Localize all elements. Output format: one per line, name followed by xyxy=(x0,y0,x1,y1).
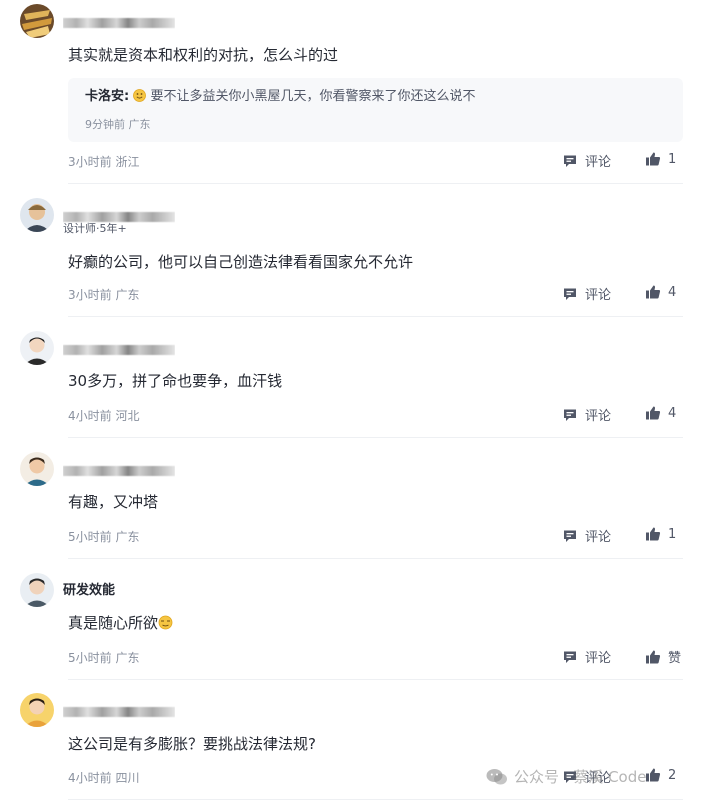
comment-meta: 4小时前 四川 xyxy=(68,771,140,785)
comment-label: 评论 xyxy=(585,651,612,666)
comment-text: 30多万，拼了命也要争，血汗钱 xyxy=(68,372,283,390)
like-button[interactable]: 4 xyxy=(645,405,676,421)
reply-text: 要不让多益关你小黑屋几天，你看警察来了你还这么说不 xyxy=(150,89,476,104)
comment-icon xyxy=(564,288,576,300)
like-button[interactable]: 4 xyxy=(645,284,676,300)
thumbs-up-icon xyxy=(646,650,661,664)
comment-icon xyxy=(564,155,576,167)
avatar[interactable] xyxy=(20,4,54,38)
comment-meta: 5小时前 广东 xyxy=(68,530,140,544)
divider xyxy=(68,183,683,184)
avatar[interactable] xyxy=(20,331,54,365)
comment-icon xyxy=(564,651,576,663)
divider xyxy=(68,799,683,800)
thumbs-up-icon xyxy=(646,527,661,541)
comment-text: 好癫的公司，他可以自己创造法律看看国家允不允许 xyxy=(68,253,414,271)
comment-button[interactable]: 评论 xyxy=(562,526,611,545)
wechat-icon xyxy=(486,768,507,784)
blurred-username xyxy=(63,18,175,28)
watermark: 公众号 · 蔡溪 Code xyxy=(486,766,646,787)
avatar[interactable] xyxy=(20,573,54,607)
reply-box: 卡洛安: 要不让多益关你小黑屋几天，你看警察来了你还这么说不 9分钟前 广东 xyxy=(68,78,683,142)
divider xyxy=(68,679,683,680)
comment-icon xyxy=(564,530,576,542)
like-button[interactable]: 赞 xyxy=(645,647,681,666)
comment-icon xyxy=(564,409,576,421)
user-title: 设计师·5年+ xyxy=(63,222,127,235)
comment-text: 这公司是有多膨胀？要挑战法律法规? xyxy=(68,735,316,753)
comment-label: 评论 xyxy=(585,155,612,170)
divider xyxy=(68,558,683,559)
watermark-text: 公众号 · 蔡溪 Code xyxy=(514,768,647,786)
divider xyxy=(68,437,683,438)
comment-meta: 5小时前 广东 xyxy=(68,651,140,665)
like-button[interactable]: 1 xyxy=(645,526,676,542)
comment-button[interactable]: 评论 xyxy=(562,647,611,666)
comment-text: 有趣，又冲塔 xyxy=(68,493,159,511)
thumbs-up-icon xyxy=(646,406,661,420)
reply-meta: 9分钟前 广东 xyxy=(85,118,151,131)
comment-button[interactable]: 评论 xyxy=(562,151,611,170)
smile-emoji-icon xyxy=(133,89,147,108)
blurred-username xyxy=(63,466,175,476)
blurred-username xyxy=(63,707,175,717)
thumbs-up-icon xyxy=(646,768,661,782)
comment-meta: 3小时前 广东 xyxy=(68,288,140,302)
username[interactable]: 研发效能 xyxy=(63,581,175,601)
comment-meta: 3小时前 浙江 xyxy=(68,155,140,169)
like-count: 4 xyxy=(668,405,677,421)
thumbs-up-icon xyxy=(646,285,661,299)
comment-button[interactable]: 评论 xyxy=(562,284,611,303)
username[interactable] xyxy=(63,458,175,478)
username[interactable] xyxy=(63,699,175,719)
like-button[interactable]: 2 xyxy=(645,767,676,783)
avatar[interactable] xyxy=(20,452,54,486)
avatar[interactable] xyxy=(20,693,54,727)
reply-author[interactable]: 卡洛安: xyxy=(85,89,129,104)
thumbs-up-icon xyxy=(646,152,661,166)
emoji-icon xyxy=(158,614,173,636)
comment-text: 真是随心所欲 xyxy=(68,612,173,636)
like-count: 4 xyxy=(668,284,677,300)
comment-meta: 4小时前 河北 xyxy=(68,409,140,423)
comment-text: 其实就是资本和权利的对抗，怎么斗的过 xyxy=(68,46,339,64)
comment-label: 评论 xyxy=(585,409,612,424)
username[interactable] xyxy=(63,10,175,30)
like-button[interactable]: 1 xyxy=(645,151,676,167)
username[interactable] xyxy=(63,337,175,357)
like-count: 1 xyxy=(668,151,677,167)
comment-list: 其实就是资本和权利的对抗，怎么斗的过 卡洛安: 要不让多益关你小黑屋几天，你看警… xyxy=(0,0,713,808)
like-count: 1 xyxy=(668,526,677,542)
avatar[interactable] xyxy=(20,198,54,232)
like-count: 赞 xyxy=(668,651,682,666)
like-count: 2 xyxy=(668,767,677,783)
blurred-username xyxy=(63,345,175,355)
comment-label: 评论 xyxy=(585,530,612,545)
comment-label: 评论 xyxy=(585,288,612,303)
reply-text-line: 卡洛安: 要不让多益关你小黑屋几天，你看警察来了你还这么说不 xyxy=(85,88,476,108)
divider xyxy=(68,316,683,317)
comment-button[interactable]: 评论 xyxy=(562,405,611,424)
